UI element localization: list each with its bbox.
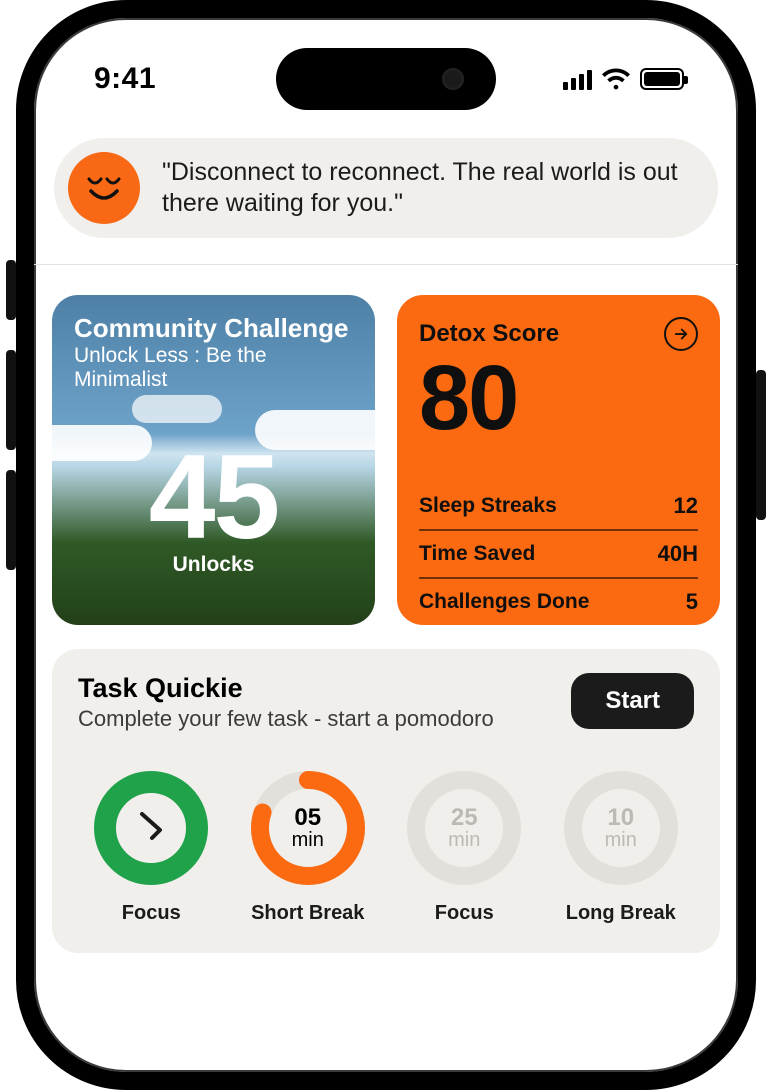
stat-label: Sleep Streaks: [419, 494, 557, 518]
arrow-right-icon: [672, 325, 690, 343]
stat-row: Challenges Done 5: [419, 577, 698, 625]
phone-frame: 9:41 "Disconnect to reconnect. The real …: [16, 0, 756, 1090]
section-divider: [34, 264, 738, 265]
quote-text: "Disconnect to reconnect. The real world…: [162, 157, 688, 220]
battery-icon: [640, 68, 684, 90]
pomodoro-time-unit: min: [448, 830, 480, 850]
stat-label: Time Saved: [419, 542, 535, 566]
camera-icon: [442, 68, 464, 90]
community-value-label: Unlocks: [74, 553, 353, 577]
detox-arrow-button[interactable]: [664, 317, 698, 351]
mascot-icon: [68, 152, 140, 224]
stat-row: Time Saved 40H: [419, 529, 698, 577]
quote-banner: "Disconnect to reconnect. The real world…: [54, 138, 718, 238]
pomodoro-time: 05: [294, 806, 321, 830]
volume-down-button: [6, 470, 16, 570]
volume-switch: [6, 260, 16, 320]
cellular-signal-icon: [563, 68, 592, 90]
pomodoro-time-unit: min: [605, 830, 637, 850]
wifi-icon: [602, 68, 630, 90]
community-challenge-card[interactable]: Community Challenge Unlock Less : Be the…: [52, 295, 375, 625]
stat-value: 5: [686, 589, 698, 615]
volume-up-button: [6, 350, 16, 450]
pomodoro-label: Long Break: [566, 902, 676, 925]
status-time: 9:41: [94, 62, 156, 96]
stat-value: 12: [674, 493, 698, 519]
detox-score-card[interactable]: Detox Score 80 Sleep Streaks 12 Time Sav…: [397, 295, 720, 625]
task-subtitle: Complete your few task - start a pomodor…: [78, 706, 494, 732]
check-icon: [127, 802, 175, 855]
pomodoro-label: Focus: [435, 902, 494, 925]
dynamic-island: [276, 48, 496, 110]
community-subtitle: Unlock Less : Be the Minimalist: [74, 344, 353, 392]
task-quickie-card: Task Quickie Complete your few task - st…: [52, 649, 720, 953]
pomodoro-time-unit: min: [292, 830, 324, 850]
stat-label: Challenges Done: [419, 590, 589, 614]
pomodoro-label: Short Break: [251, 902, 364, 925]
task-title: Task Quickie: [78, 673, 494, 704]
start-button[interactable]: Start: [571, 673, 694, 729]
detox-title: Detox Score: [419, 320, 559, 348]
stat-value: 40H: [658, 541, 698, 567]
detox-score: 80: [419, 355, 698, 442]
pomodoro-item[interactable]: 25 min Focus: [391, 768, 538, 925]
stat-row: Sleep Streaks 12: [419, 483, 698, 529]
pomodoro-item[interactable]: Focus: [78, 768, 225, 925]
pomodoro-item[interactable]: 05 min Short Break: [235, 768, 382, 925]
pomodoro-item[interactable]: 10 min Long Break: [548, 768, 695, 925]
community-title: Community Challenge: [74, 315, 353, 342]
pomodoro-label: Focus: [122, 902, 181, 925]
pomodoro-time: 10: [607, 806, 634, 830]
pomodoro-time: 25: [451, 806, 478, 830]
power-button: [756, 370, 766, 520]
